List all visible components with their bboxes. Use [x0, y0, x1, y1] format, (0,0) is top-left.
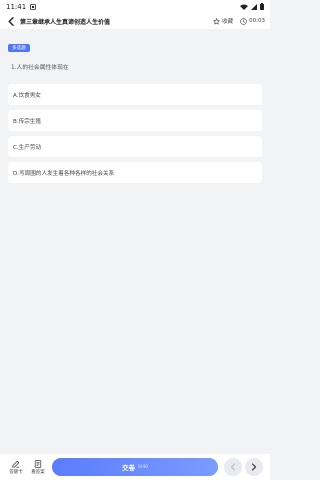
- question-area: 多选题 1.人的社会属性体现在 A.饮食男女 B.传宗生殖 C.生产劳动 D.写…: [0, 29, 270, 454]
- answer-card-button[interactable]: 答题卡: [5, 460, 27, 475]
- view-answer-button[interactable]: 看答案: [27, 459, 49, 475]
- timer: 00:03: [240, 17, 265, 25]
- favorite-button[interactable]: 收藏: [213, 17, 233, 25]
- view-answer-label: 看答案: [31, 469, 45, 475]
- notification-icon: [30, 3, 37, 10]
- status-right: [240, 3, 264, 10]
- status-bar: 11:41: [0, 0, 270, 13]
- header-actions: 收藏 00:03: [213, 17, 265, 25]
- option-b[interactable]: B.传宗生殖: [8, 110, 262, 131]
- option-c[interactable]: C.生产劳动: [8, 136, 262, 157]
- option-list: A.饮食男女 B.传宗生殖 C.生产劳动 D.写周围的人发生着各种各样的社会关系: [8, 84, 262, 183]
- option-d[interactable]: D.写周围的人发生着各种各样的社会关系: [8, 162, 262, 183]
- signal-icon: [251, 3, 257, 10]
- chevron-left-icon: [230, 463, 236, 471]
- back-arrow-icon: [8, 16, 14, 26]
- question-type-badge: 多选题: [8, 44, 30, 52]
- submit-label: 交卷: [121, 464, 135, 472]
- option-a[interactable]: A.饮食男女: [8, 84, 262, 105]
- wifi-icon: [240, 4, 248, 10]
- submit-button[interactable]: 交卷 0/40: [52, 458, 218, 476]
- chevron-right-icon: [251, 463, 257, 471]
- question-text: 1.人的社会属性体现在: [11, 65, 69, 71]
- next-question-button[interactable]: [245, 458, 263, 476]
- answer-card-label: 答题卡: [9, 469, 23, 475]
- submit-progress: 0/40: [137, 464, 149, 470]
- star-icon: [213, 17, 220, 24]
- edit-icon: [12, 460, 20, 468]
- clock-icon: [240, 17, 247, 25]
- back-button[interactable]: [5, 14, 17, 28]
- timer-value: 00:03: [249, 18, 265, 24]
- battery-icon: [260, 3, 264, 10]
- status-left: 11:41: [6, 2, 37, 11]
- top-header: 第三章继承人生真谛创造人生价值 收藏 00:03: [0, 13, 270, 29]
- favorite-label: 收藏: [222, 19, 234, 25]
- status-time: 11:41: [6, 2, 27, 11]
- book-icon: [34, 459, 42, 468]
- previous-question-button[interactable]: [224, 458, 242, 476]
- page-title: 第三章继承人生真谛创造人生价值: [20, 18, 111, 26]
